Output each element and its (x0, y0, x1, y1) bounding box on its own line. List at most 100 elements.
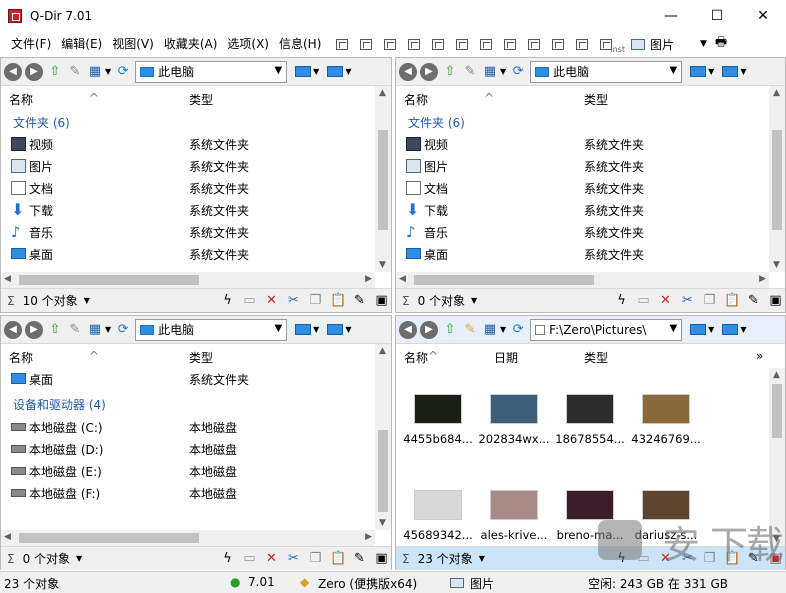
layout-grid-icon[interactable] (336, 38, 349, 50)
view-mode-caret-icon[interactable]: ▼ (500, 67, 506, 76)
chevron-down-icon[interactable]: ▼ (700, 39, 707, 49)
h-scroll-thumb[interactable] (19, 275, 199, 285)
back-icon[interactable]: ◀ (399, 62, 417, 81)
column-type[interactable]: 类型 (189, 349, 213, 366)
scroll-left-icon[interactable]: ◀ (4, 532, 11, 542)
network-icon[interactable] (327, 66, 344, 77)
new-folder-icon[interactable]: ✎ (462, 322, 478, 338)
lightning-icon[interactable]: ϟ (220, 293, 235, 308)
thumbnail-item[interactable]: 18678554... (552, 394, 628, 446)
scroll-up-icon[interactable]: ▲ (773, 370, 780, 380)
delete-icon[interactable]: ✕ (264, 551, 279, 566)
network-icon[interactable] (722, 324, 739, 335)
menu-options[interactable]: 选项(X) (222, 32, 274, 56)
refresh-icon[interactable]: ⟳ (115, 322, 131, 338)
scroll-left-icon[interactable]: ◀ (399, 274, 406, 284)
list-item[interactable]: 文档 系统文件夹 (396, 177, 769, 199)
scroll-up-icon[interactable]: ▲ (773, 88, 780, 98)
up-folder-icon[interactable]: ⇧ (47, 64, 63, 80)
paste-icon[interactable]: 📋 (330, 293, 346, 308)
horizontal-scrollbar[interactable]: ◀ ▶ (396, 272, 769, 288)
list-item[interactable]: 图片 系统文件夹 (1, 155, 375, 177)
monitor-caret-icon[interactable]: ▼ (708, 67, 714, 76)
forward-icon[interactable]: ▶ (25, 62, 43, 81)
list-item[interactable]: ♪ 音乐 系统文件夹 (1, 221, 375, 243)
thumbnail-item[interactable]: 45689342... (400, 490, 476, 542)
monitor-caret-icon[interactable]: ▼ (313, 67, 319, 76)
scroll-thumb[interactable] (378, 130, 388, 230)
layout-8-icon[interactable] (528, 38, 541, 50)
up-folder-icon[interactable]: ⇧ (442, 322, 458, 338)
list-item[interactable]: 桌面 系统文件夹 (1, 368, 375, 390)
scroll-down-icon[interactable]: ▼ (773, 260, 780, 270)
version-label[interactable]: 7.01 (248, 575, 275, 589)
monitor-caret-icon[interactable]: ▼ (313, 325, 319, 334)
minimize-button[interactable]: — (648, 0, 694, 32)
column-date[interactable]: 日期 (494, 349, 518, 366)
address-bar[interactable]: 此电脑 ▼ (135, 318, 288, 341)
count-caret-icon[interactable]: ▼ (84, 296, 90, 305)
cut-icon[interactable]: ✂ (286, 551, 301, 566)
view-mode-caret-icon[interactable]: ▼ (105, 325, 111, 334)
address-bar[interactable]: 此电脑 ▼ (135, 60, 288, 83)
rename-icon[interactable]: ▭ (636, 551, 651, 566)
scroll-up-icon[interactable]: ▲ (379, 88, 386, 98)
layout-6-icon[interactable] (480, 38, 493, 50)
thumbnail-item[interactable]: breno-ma... (552, 490, 628, 542)
column-type[interactable]: 类型 (584, 91, 608, 108)
refresh-icon[interactable]: ⟳ (510, 322, 526, 338)
menu-edit[interactable]: 编辑(E) (56, 32, 107, 56)
address-bar[interactable]: F:\Zero\Pictures\ ▼ (530, 318, 683, 341)
scroll-down-icon[interactable]: ▼ (773, 534, 780, 544)
group-header[interactable]: 文件夹 (6) (13, 114, 70, 131)
up-folder-icon[interactable]: ⇧ (442, 64, 458, 80)
horizontal-scrollbar[interactable]: ◀ ▶ (1, 530, 375, 546)
view-mode-icon[interactable]: ▦ (87, 64, 103, 80)
forward-icon[interactable]: ▶ (420, 320, 438, 339)
vertical-scrollbar[interactable]: ▲ ▼ (375, 344, 391, 530)
lightning-icon[interactable]: ϟ (220, 551, 235, 566)
monitor-caret-icon[interactable]: ▼ (708, 325, 714, 334)
refresh-icon[interactable]: ⟳ (115, 64, 131, 80)
list-item[interactable]: 文档 系统文件夹 (1, 177, 375, 199)
group-header[interactable]: 设备和驱动器 (4) (13, 396, 106, 413)
monitor-icon[interactable] (690, 324, 707, 335)
network-icon[interactable] (327, 324, 344, 335)
scroll-right-icon[interactable]: ▶ (365, 274, 372, 284)
list-item[interactable]: 本地磁盘 (C:) 本地磁盘 (1, 416, 375, 438)
properties-icon[interactable]: ✎ (352, 293, 367, 308)
layout-10-icon[interactable] (576, 38, 589, 50)
delete-icon[interactable]: ✕ (658, 551, 673, 566)
tools-folder-label[interactable]: 图片 (650, 36, 674, 53)
layout-4-icon[interactable] (432, 38, 445, 50)
view-mode-icon[interactable]: ▦ (87, 322, 103, 338)
view-mode-caret-icon[interactable]: ▼ (500, 325, 506, 334)
vertical-scrollbar[interactable]: ▲ ▼ (375, 86, 391, 272)
rename-icon[interactable]: ▭ (242, 551, 257, 566)
copy-icon[interactable]: ❐ (702, 551, 717, 566)
forward-icon[interactable]: ▶ (25, 320, 43, 339)
menu-file[interactable]: 文件(F) (6, 32, 56, 56)
group-header[interactable]: 文件夹 (6) (408, 114, 465, 131)
list-item[interactable]: 桌面 系统文件夹 (396, 243, 769, 262)
column-name[interactable]: 名称 (404, 349, 428, 366)
count-caret-icon[interactable]: ▼ (479, 554, 485, 563)
rename-icon[interactable]: ▭ (636, 293, 651, 308)
list-item[interactable]: 视频 系统文件夹 (1, 133, 375, 155)
scroll-thumb[interactable] (772, 384, 782, 438)
back-icon[interactable]: ◀ (4, 320, 22, 339)
monitor-icon[interactable] (295, 66, 312, 77)
network-caret-icon[interactable]: ▼ (740, 67, 746, 76)
select-icon[interactable]: ▣ (374, 551, 389, 566)
copy-icon[interactable]: ❐ (702, 293, 717, 308)
list-item[interactable]: 桌面 系统文件夹 (1, 243, 375, 262)
copy-icon[interactable]: ❐ (308, 293, 323, 308)
select-icon[interactable]: ▣ (768, 551, 783, 566)
list-item[interactable]: 图片 系统文件夹 (396, 155, 769, 177)
user-label[interactable]: Zero (便携版x64) (318, 575, 417, 592)
rename-icon[interactable]: ▭ (242, 293, 257, 308)
column-name[interactable]: 名称 (9, 91, 33, 108)
address-dropdown-icon[interactable]: ▼ (274, 323, 282, 334)
cut-icon[interactable]: ✂ (680, 551, 695, 566)
delete-icon[interactable]: ✕ (264, 293, 279, 308)
